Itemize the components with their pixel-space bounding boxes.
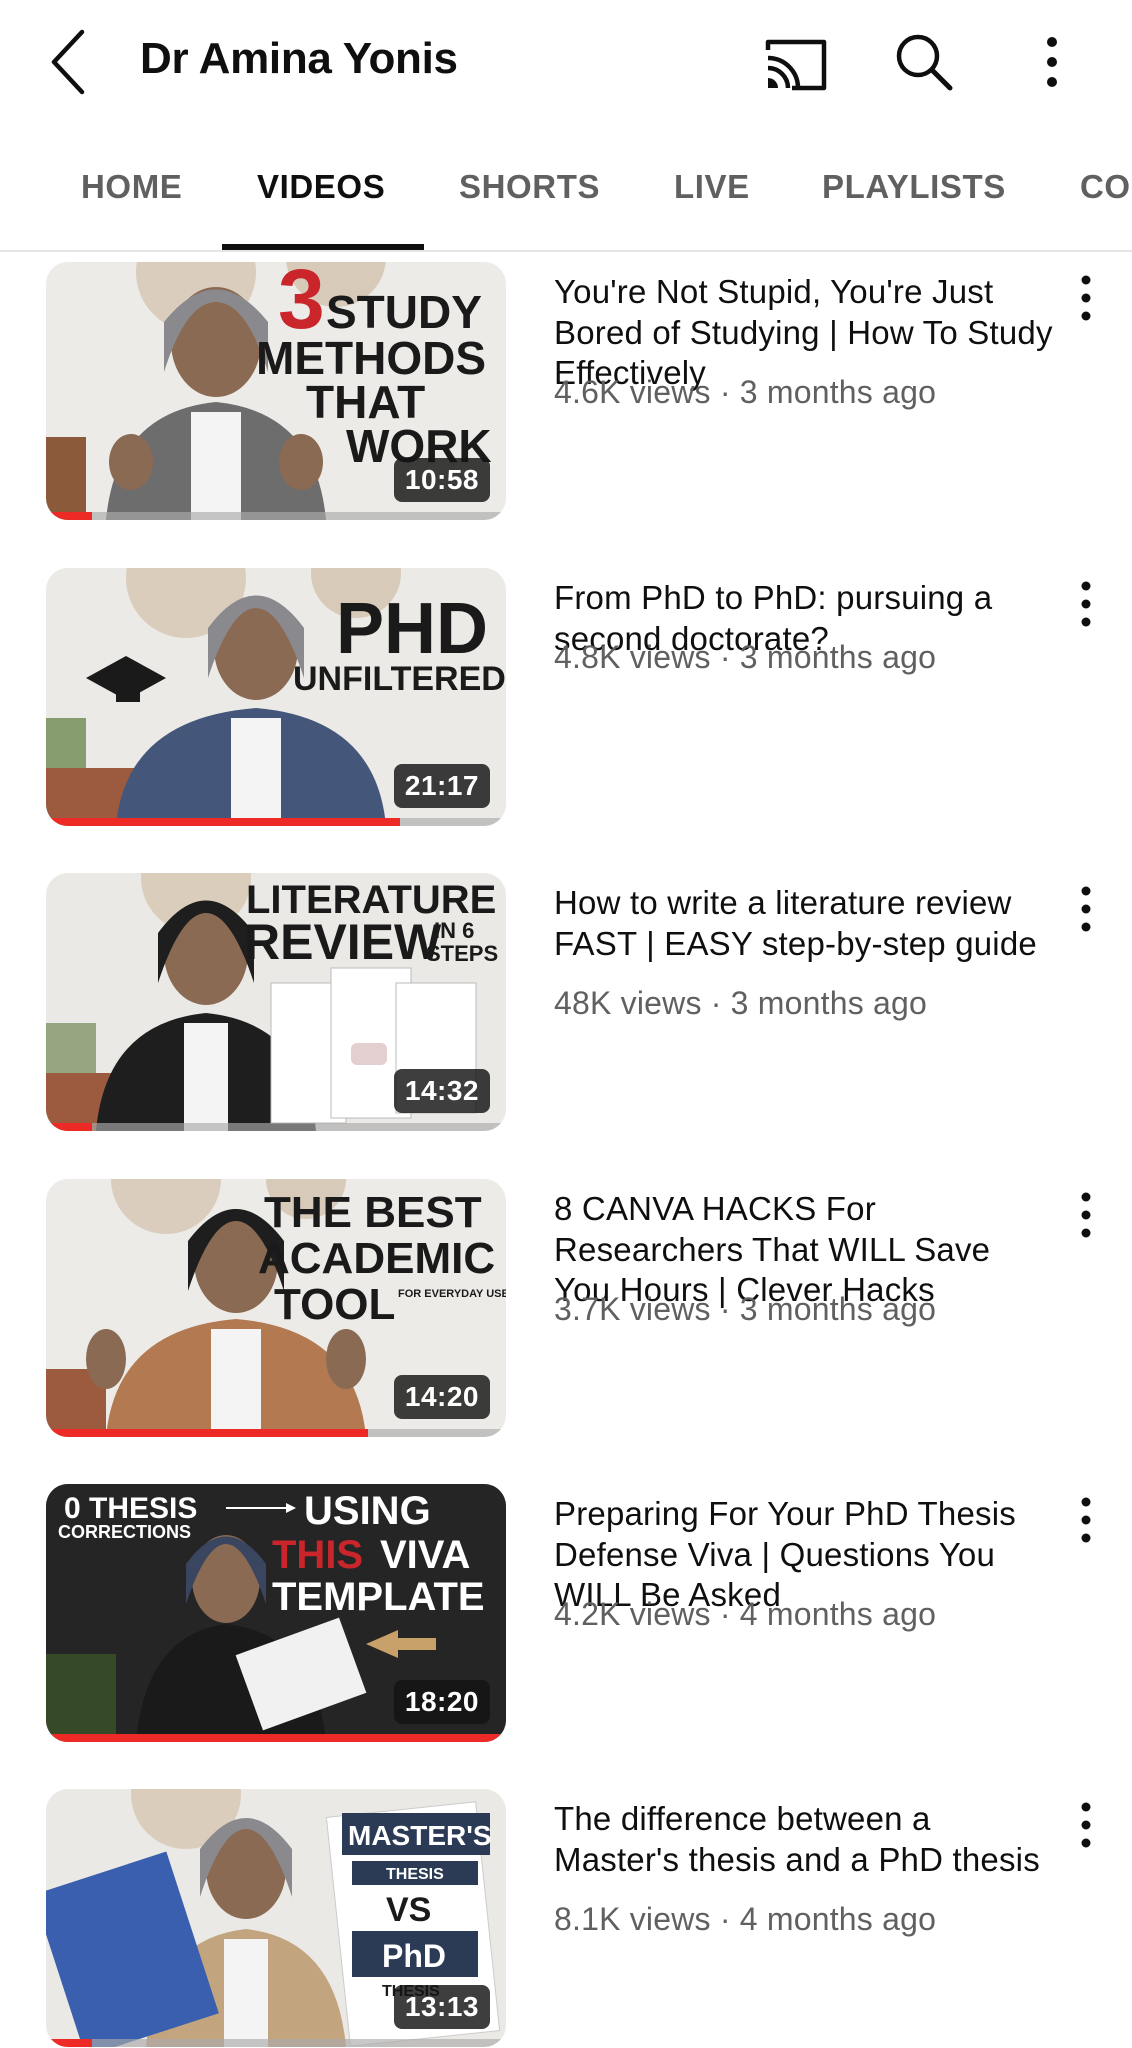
search-button[interactable]	[892, 30, 956, 94]
thumbnail-text: VIVA	[380, 1533, 470, 1577]
thumbnail-text: THE BEST	[264, 1188, 482, 1237]
thumbnail-text: THESIS	[386, 1866, 444, 1883]
tab-shorts[interactable]: SHORTS	[459, 168, 600, 206]
video-meta: 8.1K views · 4 months ago	[554, 1901, 937, 1937]
video-title[interactable]: How to write a literature review FAST | …	[554, 883, 1054, 964]
thumbnail-text: 0 THESIS	[64, 1492, 197, 1525]
video-thumbnail[interactable]: MASTER'S THESIS VS PhD THESIS 13:13	[46, 1789, 506, 2047]
thumbnail-text: USING	[304, 1489, 431, 1533]
thumbnail-text: THIS	[272, 1533, 363, 1577]
video-thumbnail[interactable]: PHD UNFILTERED 21:17	[46, 568, 506, 826]
thumbnail-text: FOR EVERYDAY USE	[398, 1288, 506, 1300]
video-duration: 14:32	[393, 1069, 490, 1113]
tab-home[interactable]: HOME	[81, 168, 182, 206]
more-vertical-icon	[1081, 1802, 1091, 1848]
video-options-button[interactable]	[1068, 270, 1104, 326]
video-item[interactable]: 3 STUDY METHODS THAT WORK 10:58 You're N…	[0, 262, 1132, 524]
active-tab-indicator	[222, 244, 424, 250]
back-button[interactable]	[40, 26, 100, 98]
video-options-button[interactable]	[1068, 1187, 1104, 1243]
more-vertical-icon	[1047, 37, 1057, 87]
video-title[interactable]: The difference between a Master's thesis…	[554, 1799, 1054, 1880]
video-item[interactable]: 0 THESIS CORRECTIONS USING THIS VIVA TEM…	[0, 1484, 1132, 1746]
watch-progress-bar	[46, 512, 92, 520]
watch-progress-track	[46, 512, 506, 520]
watch-progress-bar	[46, 2039, 92, 2047]
video-duration: 14:20	[393, 1375, 490, 1419]
video-duration: 10:58	[393, 458, 490, 502]
video-options-button[interactable]	[1068, 1797, 1104, 1853]
more-options-button[interactable]	[1030, 30, 1074, 94]
video-meta: 4.2K views · 4 months ago	[554, 1596, 937, 1632]
channel-title: Dr Amina Yonis	[140, 34, 458, 83]
watch-progress-bar	[46, 818, 401, 826]
thumbnail-text: ACADEMIC	[258, 1234, 495, 1283]
video-thumbnail[interactable]: THE BEST ACADEMIC TOOL FOR EVERYDAY USE …	[46, 1179, 506, 1437]
video-thumbnail[interactable]: 3 STUDY METHODS THAT WORK 10:58	[46, 262, 506, 520]
video-item[interactable]: MASTER'S THESIS VS PhD THESIS 13:13 The …	[0, 1789, 1132, 2048]
thumbnail-text: TOOL	[274, 1280, 395, 1329]
cast-icon	[765, 39, 827, 91]
video-thumbnail[interactable]: LITERATURE REVIEW IN 6 STEPS 14:32	[46, 873, 506, 1131]
thumbnail-text: IN 6	[434, 918, 474, 943]
watch-progress-bar	[46, 1429, 368, 1437]
cast-button[interactable]	[762, 34, 830, 94]
watch-progress-track	[46, 1123, 506, 1131]
more-vertical-icon	[1081, 275, 1091, 321]
thumbnail-text: MASTER'S	[348, 1820, 492, 1851]
more-vertical-icon	[1081, 886, 1091, 932]
thumbnail-text: UNFILTERED	[293, 660, 506, 698]
video-options-button[interactable]	[1068, 576, 1104, 632]
video-meta: 3.7K views · 3 months ago	[554, 1291, 937, 1327]
thumbnail-text: TEMPLATE	[272, 1575, 485, 1619]
video-duration: 13:13	[393, 1985, 490, 2029]
video-meta: 4.6K views · 3 months ago	[554, 374, 937, 410]
video-item[interactable]: THE BEST ACADEMIC TOOL FOR EVERYDAY USE …	[0, 1179, 1132, 1441]
thumbnail-text: REVIEW	[244, 914, 442, 970]
thumbnail-text: CORRECTIONS	[58, 1522, 191, 1542]
more-vertical-icon	[1081, 1497, 1091, 1543]
back-arrow-icon	[51, 29, 85, 95]
video-thumbnail[interactable]: 0 THESIS CORRECTIONS USING THIS VIVA TEM…	[46, 1484, 506, 1742]
thumbnail-text: PHD	[336, 589, 488, 669]
video-duration: 18:20	[393, 1680, 490, 1724]
video-item[interactable]: LITERATURE REVIEW IN 6 STEPS 14:32 How t…	[0, 873, 1132, 1135]
tab-community[interactable]: CO	[1080, 168, 1131, 206]
search-icon	[896, 34, 953, 91]
video-duration: 21:17	[393, 764, 490, 808]
top-app-bar: Dr Amina Yonis	[0, 0, 1132, 128]
watch-progress-bar	[46, 1123, 92, 1131]
tab-videos[interactable]: VIDEOS	[257, 168, 385, 206]
watch-progress-bar	[46, 1734, 506, 1742]
channel-tabs: HOME VIDEOS SHORTS LIVE PLAYLISTS CO	[0, 128, 1132, 252]
video-options-button[interactable]	[1068, 881, 1104, 937]
thumbnail-text: STUDY	[326, 286, 482, 338]
video-meta: 48K views · 3 months ago	[554, 985, 927, 1021]
video-item[interactable]: PHD UNFILTERED 21:17 From PhD to PhD: pu…	[0, 568, 1132, 830]
thumbnail-text: STEPS	[426, 941, 498, 966]
more-vertical-icon	[1081, 581, 1091, 627]
video-options-button[interactable]	[1068, 1492, 1104, 1548]
thumbnail-text: PhD	[382, 1938, 446, 1974]
video-meta: 4.8K views · 3 months ago	[554, 639, 937, 675]
tab-live[interactable]: LIVE	[674, 168, 750, 206]
more-vertical-icon	[1081, 1192, 1091, 1238]
thumbnail-text: VS	[386, 1891, 431, 1929]
watch-progress-track	[46, 2039, 506, 2047]
tab-playlists[interactable]: PLAYLISTS	[822, 168, 1006, 206]
